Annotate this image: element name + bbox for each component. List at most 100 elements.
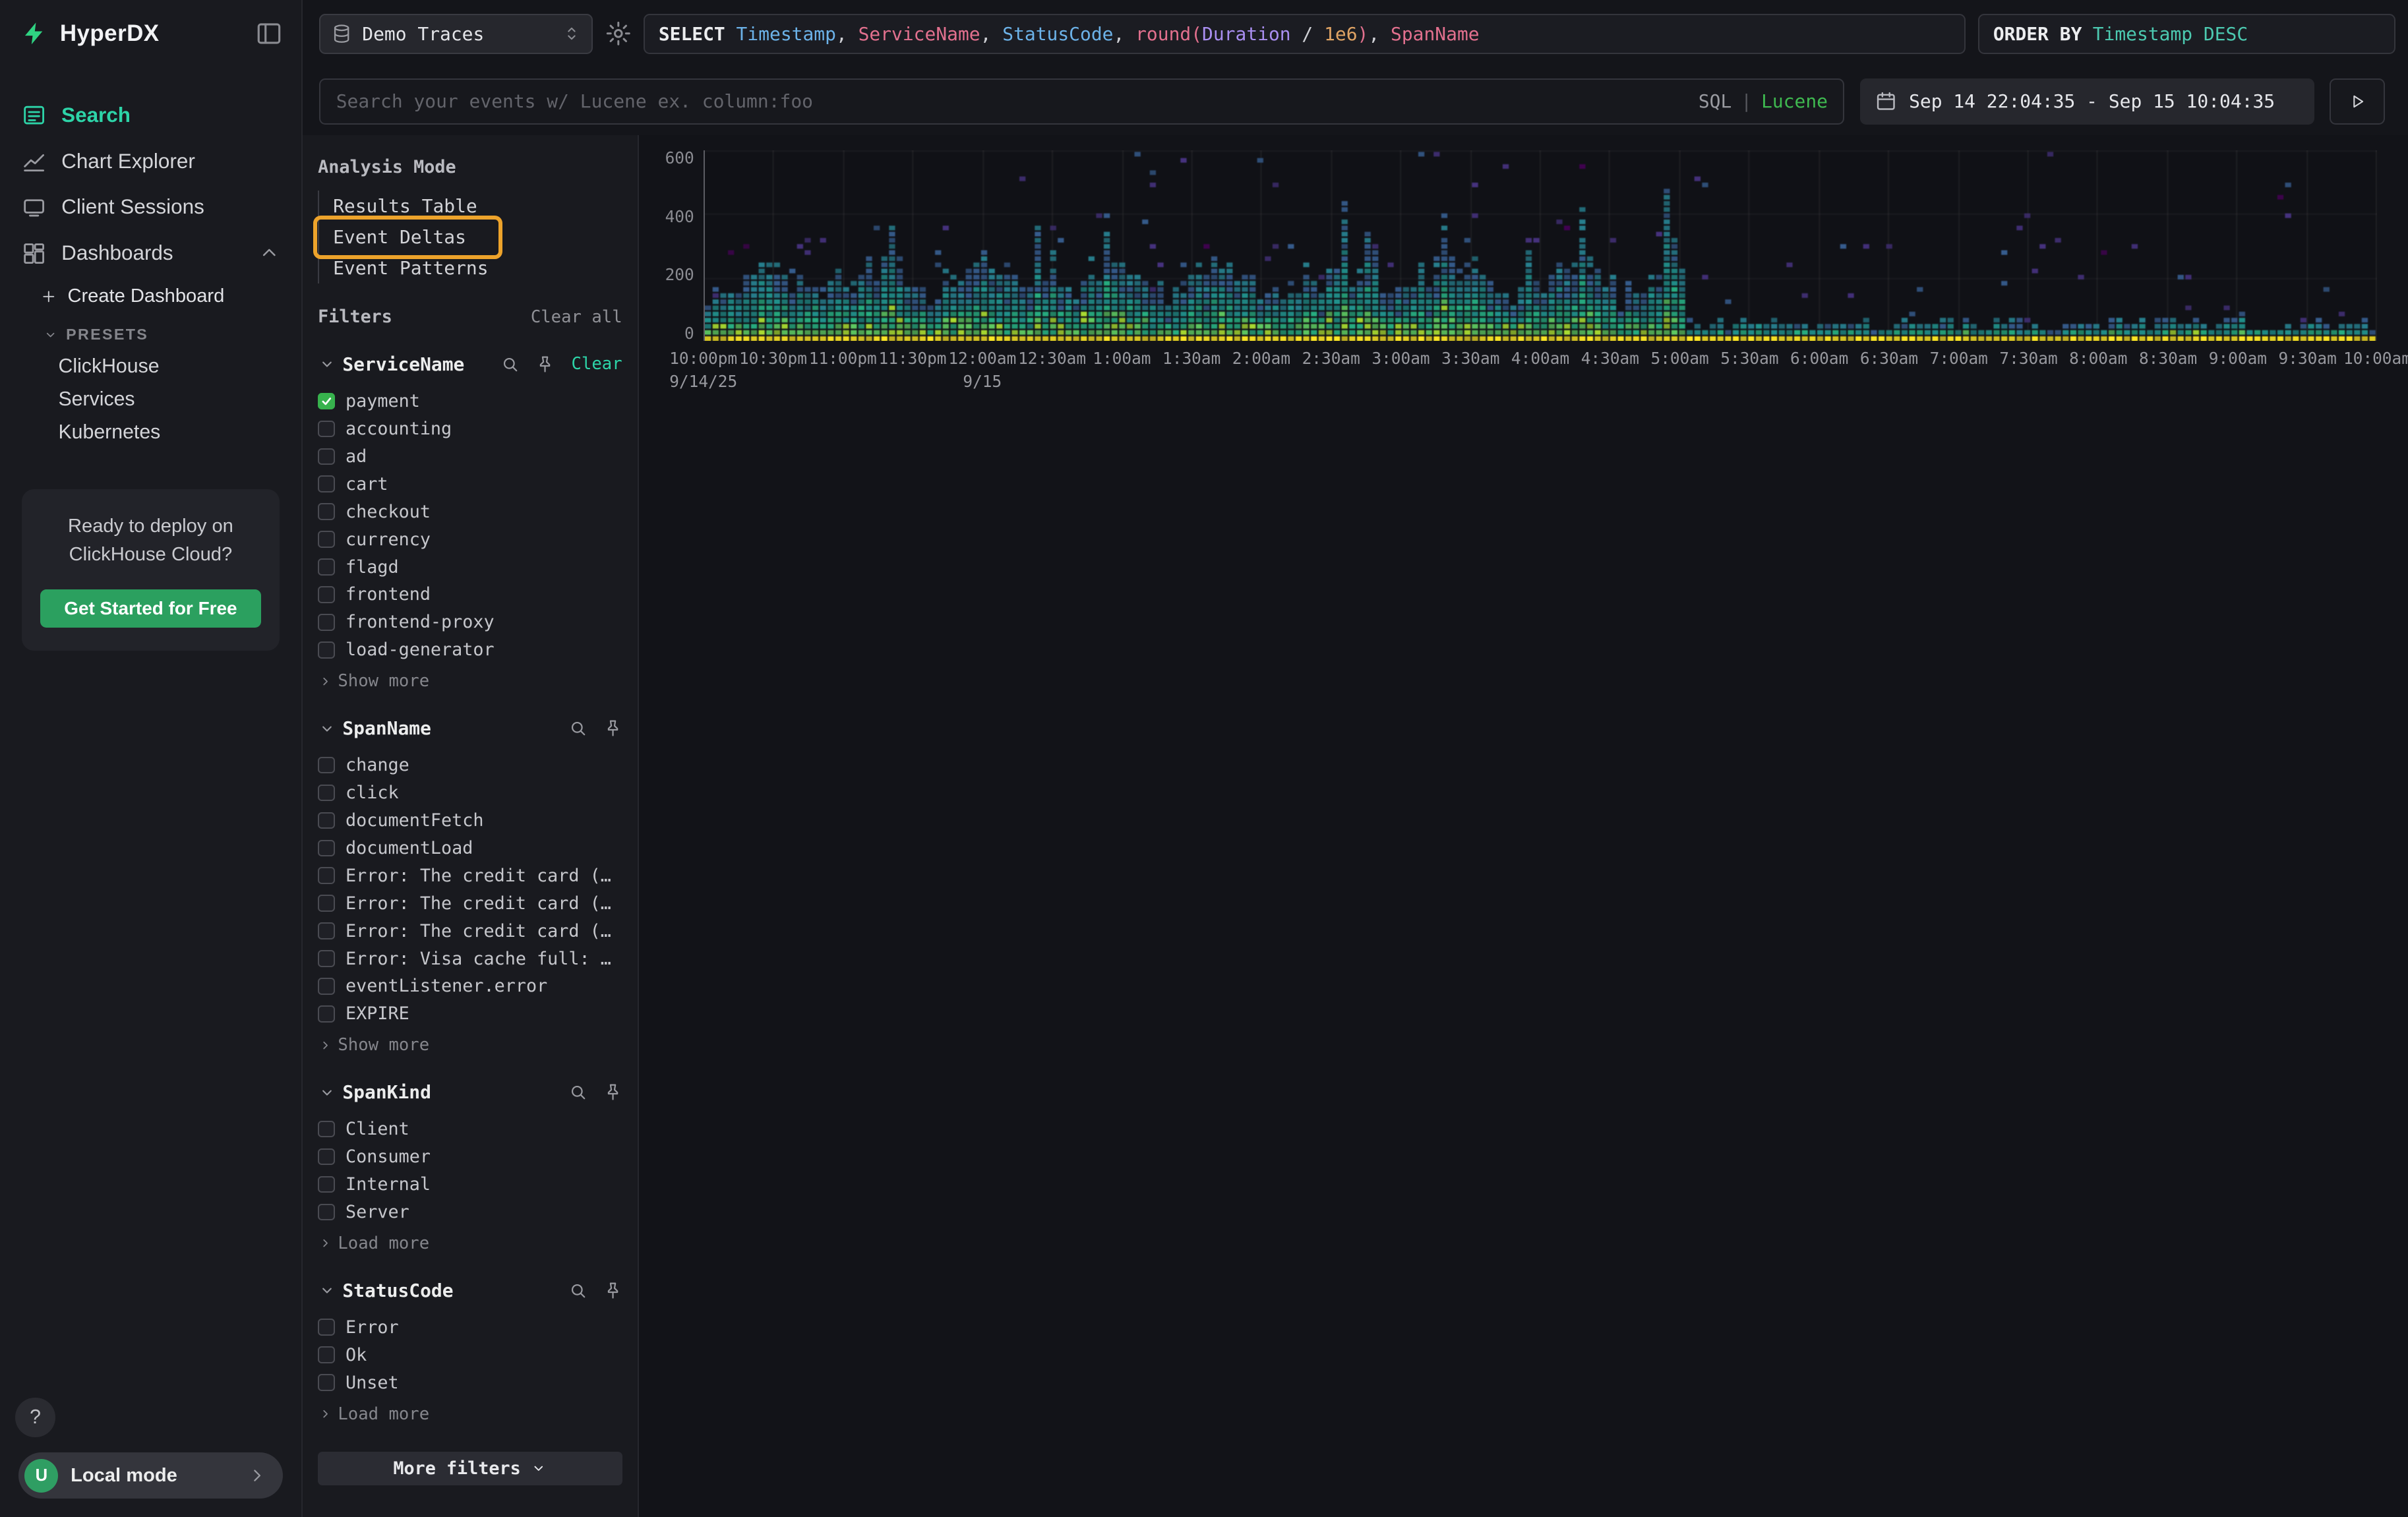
facet-option-internal[interactable]: Internal bbox=[318, 1171, 622, 1199]
show-more-link[interactable]: Show more bbox=[318, 1035, 622, 1055]
checkbox[interactable] bbox=[318, 448, 335, 465]
user-menu[interactable]: U Local mode bbox=[18, 1452, 283, 1499]
sidebar-item-chart-explorer[interactable]: Chart Explorer bbox=[0, 138, 301, 185]
checkbox[interactable] bbox=[318, 1346, 335, 1363]
create-dashboard-button[interactable]: Create Dashboard bbox=[0, 276, 301, 315]
checkbox[interactable] bbox=[318, 1005, 335, 1023]
lucene-mode-toggle[interactable]: Lucene bbox=[1761, 90, 1828, 112]
facet-option-expire[interactable]: EXPIRE bbox=[318, 1000, 622, 1028]
facet-option-client[interactable]: Client bbox=[318, 1115, 622, 1143]
checkbox[interactable] bbox=[318, 1176, 335, 1193]
facet-option-frontend-proxy[interactable]: frontend-proxy bbox=[318, 609, 622, 636]
checkbox[interactable] bbox=[318, 475, 335, 492]
checkbox[interactable] bbox=[318, 421, 335, 438]
chevron-down-icon[interactable] bbox=[318, 1281, 336, 1299]
sidebar-item-client-sessions[interactable]: Client Sessions bbox=[0, 184, 301, 230]
sidebar-item-services[interactable]: Services bbox=[0, 383, 301, 416]
source-select[interactable]: Demo Traces bbox=[319, 14, 593, 54]
facet-option-ok[interactable]: Ok bbox=[318, 1341, 622, 1369]
facet-name[interactable]: SpanName bbox=[342, 717, 431, 739]
checkbox[interactable] bbox=[318, 922, 335, 939]
checkbox[interactable] bbox=[318, 757, 335, 774]
facet-pin-icon[interactable] bbox=[535, 355, 555, 374]
sidebar-item-dashboards[interactable]: Dashboards bbox=[0, 230, 301, 276]
load-more-link[interactable]: Load more bbox=[318, 1234, 622, 1253]
facet-option-error-the-credit-card[interactable]: Error: The credit card (… bbox=[318, 889, 622, 917]
checkbox[interactable] bbox=[318, 586, 335, 603]
run-query-button[interactable] bbox=[2330, 78, 2385, 125]
analysis-mode-results-table[interactable]: Results Table bbox=[319, 191, 622, 222]
facet-option-frontend[interactable]: frontend bbox=[318, 581, 622, 609]
sql-query-input[interactable]: SELECT Timestamp, ServiceName, StatusCod… bbox=[644, 14, 1966, 54]
facet-name[interactable]: SpanKind bbox=[342, 1081, 431, 1103]
help-button[interactable]: ? bbox=[15, 1398, 55, 1438]
facet-option-payment[interactable]: payment bbox=[318, 388, 622, 415]
analysis-mode-event-patterns[interactable]: Event Patterns bbox=[319, 253, 622, 283]
facet-option-error[interactable]: Error bbox=[318, 1313, 622, 1341]
presets-toggle[interactable]: PRESETS bbox=[0, 315, 301, 350]
order-by-input[interactable]: ORDER BY Timestamp DESC bbox=[1978, 14, 2396, 54]
chevron-down-icon[interactable] bbox=[318, 1083, 336, 1102]
clear-all-filters-link[interactable]: Clear all bbox=[531, 307, 622, 327]
checkbox[interactable] bbox=[318, 1121, 335, 1138]
facet-pin-icon[interactable] bbox=[603, 719, 622, 738]
checkbox[interactable] bbox=[318, 1148, 335, 1166]
facet-option-click[interactable]: click bbox=[318, 779, 622, 807]
analysis-mode-event-deltas[interactable]: Event Deltas bbox=[319, 222, 622, 253]
checkbox[interactable] bbox=[318, 950, 335, 967]
checkbox[interactable] bbox=[318, 840, 335, 857]
sidebar-item-kubernetes[interactable]: Kubernetes bbox=[0, 416, 301, 449]
facet-option-ad[interactable]: ad bbox=[318, 442, 622, 470]
facet-option-eventlistener-error[interactable]: eventListener.error bbox=[318, 972, 622, 1000]
facet-option-error-visa-cache-full[interactable]: Error: Visa cache full: … bbox=[318, 945, 622, 972]
facet-search-icon[interactable] bbox=[568, 719, 587, 738]
show-more-link[interactable]: Show more bbox=[318, 671, 622, 691]
heatmap-plot[interactable] bbox=[704, 150, 2378, 341]
more-filters-button[interactable]: More filters bbox=[318, 1452, 622, 1485]
chevron-down-icon[interactable] bbox=[318, 719, 336, 738]
search-input[interactable] bbox=[336, 90, 1687, 112]
facet-option-cart[interactable]: cart bbox=[318, 470, 622, 498]
sidebar-item-search[interactable]: Search bbox=[0, 92, 301, 138]
checkbox[interactable] bbox=[318, 867, 335, 884]
checkbox[interactable] bbox=[318, 1204, 335, 1221]
facet-option-checkout[interactable]: checkout bbox=[318, 498, 622, 525]
facet-option-documentfetch[interactable]: documentFetch bbox=[318, 806, 622, 834]
facet-pin-icon[interactable] bbox=[603, 1083, 622, 1102]
facet-option-error-the-credit-card[interactable]: Error: The credit card (… bbox=[318, 862, 622, 889]
facet-option-documentload[interactable]: documentLoad bbox=[318, 834, 622, 862]
facet-option-unset[interactable]: Unset bbox=[318, 1369, 622, 1396]
facet-option-accounting[interactable]: accounting bbox=[318, 415, 622, 442]
facet-option-change[interactable]: change bbox=[318, 752, 622, 779]
heatmap-canvas[interactable] bbox=[705, 150, 2378, 341]
facet-search-icon[interactable] bbox=[500, 355, 520, 374]
search-field[interactable]: SQL | Lucene bbox=[319, 78, 1844, 125]
sql-mode-toggle[interactable]: SQL bbox=[1699, 90, 1731, 112]
collapse-sidebar-icon[interactable] bbox=[255, 20, 283, 47]
gear-icon[interactable] bbox=[605, 20, 632, 47]
checkbox[interactable] bbox=[318, 1374, 335, 1391]
facet-name[interactable]: ServiceName bbox=[342, 353, 464, 375]
facet-search-icon[interactable] bbox=[568, 1281, 587, 1300]
facet-pin-icon[interactable] bbox=[603, 1281, 622, 1300]
facet-option-load-generator[interactable]: load-generator bbox=[318, 636, 622, 664]
checkbox[interactable] bbox=[318, 785, 335, 802]
checkbox[interactable] bbox=[318, 558, 335, 576]
facet-option-server[interactable]: Server bbox=[318, 1198, 622, 1226]
checkbox[interactable] bbox=[318, 1319, 335, 1336]
chevron-down-icon[interactable] bbox=[318, 355, 336, 373]
facet-name[interactable]: StatusCode bbox=[342, 1280, 453, 1301]
checkbox[interactable] bbox=[318, 895, 335, 912]
get-started-button[interactable]: Get Started for Free bbox=[40, 589, 262, 628]
checkbox[interactable] bbox=[318, 393, 335, 410]
checkbox[interactable] bbox=[318, 531, 335, 548]
checkbox[interactable] bbox=[318, 978, 335, 995]
facet-search-icon[interactable] bbox=[568, 1083, 587, 1102]
facet-option-currency[interactable]: currency bbox=[318, 525, 622, 553]
load-more-link[interactable]: Load more bbox=[318, 1404, 622, 1424]
date-range-picker[interactable]: Sep 14 22:04:35 - Sep 15 10:04:35 bbox=[1860, 78, 2314, 125]
facet-option-error-the-credit-card[interactable]: Error: The credit card (… bbox=[318, 917, 622, 945]
checkbox[interactable] bbox=[318, 503, 335, 520]
facet-clear-link[interactable]: Clear bbox=[572, 354, 622, 374]
checkbox[interactable] bbox=[318, 641, 335, 659]
